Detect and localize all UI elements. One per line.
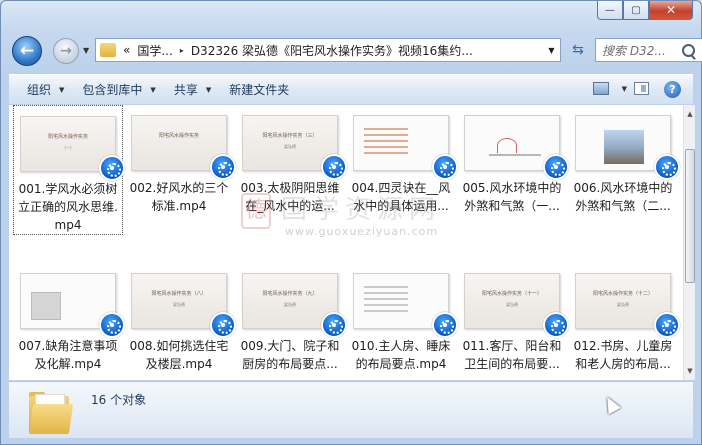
change-view-icon[interactable]	[593, 82, 609, 95]
file-list: 阳宅风水操作实务 (一) 001.学风水必须树立正确的风水思维.mp4 阳宅风水…	[9, 105, 683, 380]
scroll-up-icon[interactable]: ▲	[684, 107, 696, 121]
file-name[interactable]: 003.太极阴阳思维在_风水中的运...	[235, 179, 345, 215]
media-player-icon	[432, 154, 458, 180]
media-player-icon	[321, 154, 347, 180]
file-item[interactable]: 阳宅风水操作实务 002.好风水的三个标准.mp4	[124, 105, 236, 215]
video-thumbnail: 阳宅风水操作实务（十二） 梁弘德	[575, 273, 680, 338]
file-item[interactable]: 004.四灵诀在__风水中的具体运用...	[346, 105, 458, 215]
include-in-library-button[interactable]: 包含到库中 ▼	[82, 81, 155, 98]
video-thumbnail: 阳宅风水操作实务（三） 梁弘德	[242, 115, 347, 180]
video-thumbnail: 阳宅风水操作实务（十一） 梁弘德	[464, 273, 569, 338]
media-player-icon	[210, 154, 236, 180]
file-item[interactable]: 阳宅风水操作实务（九） 梁弘德 009.大门、院子和厨房的布局要点...	[235, 263, 347, 373]
navigation-bar: ← → ▼ « 国学... ▸ D32326 梁弘德《阳宅风水操作实务》视频16…	[9, 34, 702, 66]
forward-button[interactable]: →	[53, 38, 79, 64]
refresh-icon: ⇆	[572, 42, 584, 58]
chevron-down-icon: ▼	[205, 85, 212, 94]
details-pane: 16 个对象	[9, 381, 693, 438]
breadcrumb-separator-icon[interactable]: ▸	[180, 46, 184, 55]
media-player-icon	[321, 312, 347, 338]
file-name[interactable]: 004.四灵诀在__风水中的具体运用...	[346, 179, 456, 215]
file-item[interactable]: 005.风水环境中的外煞和气煞（一...	[457, 105, 569, 215]
help-icon[interactable]: ?	[664, 81, 681, 98]
minimize-button[interactable]: —	[597, 1, 623, 20]
file-name[interactable]: 012.书房、儿童房和老人房的布局...	[568, 337, 678, 373]
breadcrumb-current-folder[interactable]: D32326 梁弘德《阳宅风水操作实务》视频16集约...	[191, 42, 473, 59]
file-item[interactable]: 阳宅风水操作实务（十二） 梁弘德 012.书房、儿童房和老人房的布局...	[568, 263, 680, 373]
video-thumbnail	[353, 273, 458, 338]
file-name[interactable]: 002.好风水的三个标准.mp4	[124, 179, 234, 215]
watermark-url: www.guoxueziyuan.com	[285, 225, 439, 238]
file-name[interactable]: 006.风水环境中的外煞和气煞（二...	[568, 179, 678, 215]
file-item[interactable]: 阳宅风水操作实务（八） 梁弘德 008.如何挑选住宅及楼层.mp4	[124, 263, 236, 373]
scrollbar-thumb[interactable]	[685, 149, 695, 283]
scroll-down-icon[interactable]: ▼	[684, 364, 696, 378]
explorer-window: — ▢ ✕ ← → ▼ « 国学... ▸ D32326 梁弘德《阳宅风水操作实…	[0, 0, 702, 445]
file-name[interactable]: 001.学风水必须树立正确的风水思维.mp4	[14, 180, 122, 234]
chevron-down-icon: ▼	[150, 85, 156, 94]
breadcrumb-guoxue[interactable]: 国学...	[137, 42, 172, 59]
file-name[interactable]: 007.缺角注意事项及化解.mp4	[13, 337, 123, 373]
file-item[interactable]: 006.风水环境中的外煞和气煞（二...	[568, 105, 680, 215]
folder-icon	[28, 388, 75, 434]
video-thumbnail: 阳宅风水操作实务（八） 梁弘德	[131, 273, 236, 338]
maximize-button[interactable]: ▢	[623, 1, 649, 20]
video-thumbnail	[575, 115, 680, 180]
search-icon[interactable]	[682, 43, 695, 57]
search-box[interactable]: 搜索 D32...	[595, 38, 702, 62]
file-item[interactable]: 007.缺角注意事项及化解.mp4	[13, 263, 125, 373]
file-name[interactable]: 010.主人房、睡床的布局要点.mp4	[346, 337, 456, 373]
address-overflow[interactable]: «	[123, 43, 130, 57]
file-item[interactable]: 阳宅风水操作实务（十一） 梁弘德 011.客厅、阳台和卫生间的布局要...	[457, 263, 569, 373]
close-button[interactable]: ✕	[649, 1, 693, 20]
media-player-icon	[543, 154, 569, 180]
file-name[interactable]: 011.客厅、阳台和卫生间的布局要...	[457, 337, 567, 373]
search-input[interactable]: 搜索 D32...	[602, 42, 680, 59]
media-player-icon	[210, 312, 236, 338]
media-player-icon	[654, 154, 680, 180]
video-thumbnail	[20, 273, 125, 338]
video-thumbnail	[464, 115, 569, 180]
media-player-icon	[543, 312, 569, 338]
file-name[interactable]: 008.如何挑选住宅及楼层.mp4	[124, 337, 234, 373]
preview-pane-icon[interactable]	[634, 82, 649, 95]
command-bar: 组织 ▼ 包含到库中 ▼ 共享 ▼ 新建文件夹 ▼ ?	[9, 74, 693, 104]
file-name[interactable]: 005.风水环境中的外煞和气煞（一...	[457, 179, 567, 215]
back-button[interactable]: ←	[12, 36, 42, 66]
chevron-down-icon[interactable]: ▼	[542, 46, 560, 55]
media-player-icon	[432, 312, 458, 338]
video-thumbnail: 阳宅风水操作实务	[131, 115, 236, 180]
forward-arrow-icon: →	[60, 43, 72, 59]
file-item[interactable]: 阳宅风水操作实务（三） 梁弘德 003.太极阴阳思维在_风水中的运...	[235, 105, 347, 215]
caption-buttons: — ▢ ✕	[597, 1, 693, 20]
new-folder-button[interactable]: 新建文件夹	[229, 81, 289, 98]
refresh-button[interactable]: ⇆	[565, 38, 591, 62]
item-count: 16 个对象	[91, 393, 147, 407]
video-thumbnail	[353, 115, 458, 180]
media-player-icon	[99, 155, 125, 181]
file-item[interactable]: 阳宅风水操作实务 (一) 001.学风水必须树立正确的风水思维.mp4	[13, 105, 125, 235]
organize-button[interactable]: 组织 ▼	[27, 81, 64, 98]
video-thumbnail: 阳宅风水操作实务（九） 梁弘德	[242, 273, 347, 338]
folder-icon	[100, 43, 116, 57]
back-arrow-icon: ←	[19, 41, 35, 61]
file-name[interactable]: 009.大门、院子和厨房的布局要点...	[235, 337, 345, 373]
media-player-icon	[99, 312, 125, 338]
video-thumbnail: 阳宅风水操作实务 (一)	[20, 116, 125, 181]
chevron-down-icon: ▼	[59, 85, 65, 94]
vertical-scrollbar[interactable]: ▲ ▼	[683, 105, 695, 380]
media-player-icon	[654, 312, 680, 338]
address-bar[interactable]: « 国学... ▸ D32326 梁弘德《阳宅风水操作实务》视频16集约... …	[95, 38, 561, 62]
file-item[interactable]: 010.主人房、睡床的布局要点.mp4	[346, 263, 458, 373]
view-options-dropdown[interactable]: ▼	[622, 85, 627, 93]
recent-pages-dropdown[interactable]: ▼	[83, 46, 89, 55]
share-button[interactable]: 共享 ▼	[174, 81, 211, 98]
